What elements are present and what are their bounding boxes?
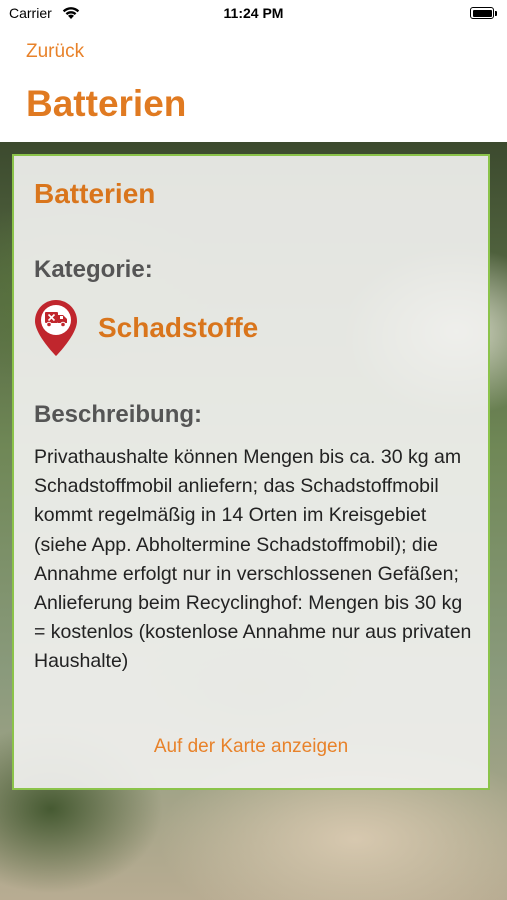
detail-card: Batterien Kategorie: Schadstoffe Beschre… [12,154,490,790]
show-on-map-button[interactable]: Auf der Karte anzeigen [14,736,488,758]
card-title: Batterien [34,178,156,209]
category-heading: Kategorie: [34,256,153,283]
navigation-bar: Zurück Batterien [0,30,507,142]
status-bar: Carrier 11:24 PM [0,0,507,30]
description-text: Privathaushalte können Mengen bis ca. 30… [34,446,472,673]
description-heading: Beschreibung: [34,401,203,428]
battery-icon [470,7,494,19]
category-value: Schadstoffe [98,312,259,343]
back-button[interactable]: Zurück [26,41,84,63]
page-title: Batterien [26,83,187,124]
battery-nub [495,11,497,16]
status-time: 11:24 PM [223,5,284,21]
hazardous-waste-pin-icon [35,300,77,356]
